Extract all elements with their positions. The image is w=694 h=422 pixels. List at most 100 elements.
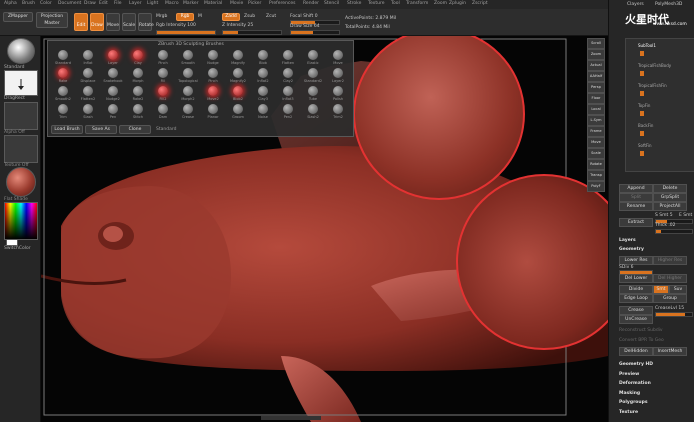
brush-icon[interactable] [308,68,318,78]
edit-button[interactable]: Edit [74,13,88,31]
brush-icon[interactable] [283,50,293,60]
brush-icon[interactable] [208,50,218,60]
canvas-viewport[interactable]: ZBrush 3D Sculpting Brushes Load Brush S… [41,36,608,422]
brush-icon[interactable] [108,50,118,60]
brush-icon[interactable] [83,50,93,60]
standard-brush-thumb[interactable] [7,38,35,64]
project-all-button[interactable]: ProjectAll [653,202,687,211]
texture-thumb[interactable] [4,135,38,163]
scale-button[interactable]: Scale [122,13,136,31]
rgb-toggle[interactable]: Rgb [176,13,194,21]
brush-icon[interactable] [258,104,268,114]
view-lsym-button[interactable]: L.Sym [587,115,605,126]
extract-button[interactable]: Extract [619,218,653,227]
subtool-visibility-icon[interactable] [640,71,644,76]
z-intensity-slider[interactable] [222,30,282,35]
brush-icon[interactable] [158,104,168,114]
subtool-item[interactable]: SoftFin [638,143,652,148]
view-actual-button[interactable]: Actual [587,60,605,71]
subtool-item[interactable]: SubTool1 [638,43,656,48]
layers-section[interactable]: Layers [619,238,636,243]
brush-icon[interactable] [158,86,168,96]
zadd-toggle[interactable]: Zadd [222,13,240,21]
brush-icon[interactable] [333,104,343,114]
subtool-visibility-icon[interactable] [640,131,644,136]
section-geometryhd[interactable]: Geometry HD [619,362,653,367]
brush-icon[interactable] [283,86,293,96]
crease-button[interactable]: Crease [619,306,653,315]
mrgb-toggle[interactable]: Mrgb [156,14,167,19]
menu-draw[interactable]: Draw [84,1,96,6]
main-color-swatch[interactable] [6,239,18,246]
brush-icon[interactable] [283,104,293,114]
brush-icon[interactable] [183,50,193,60]
brush-icon[interactable] [208,68,218,78]
brush-icon[interactable] [233,50,243,60]
delete-button[interactable]: Delete [653,184,687,193]
subtool-item[interactable]: TopFin [638,103,650,108]
subtool-visibility-icon[interactable] [640,111,644,116]
view-aahalf-button[interactable]: AAHalf [587,71,605,82]
view-transp-button[interactable]: Transp [587,170,605,181]
insert-mesh-button[interactable]: InsertMesh [653,347,687,356]
rgb-intensity-slider[interactable] [156,30,216,35]
brush-icon[interactable] [133,68,143,78]
menu-file[interactable]: File [114,1,122,6]
load-brush-button[interactable]: Load Brush [51,125,83,134]
brush-icon[interactable] [83,104,93,114]
zsub-toggle[interactable]: Zsub [244,14,255,19]
brush-icon[interactable] [108,104,118,114]
brush-icon[interactable] [208,104,218,114]
menu-render[interactable]: Render [303,1,319,6]
brush-icon[interactable] [233,104,243,114]
menu-zplugin[interactable]: Zplugin [449,1,466,6]
menu-stencil[interactable]: Stencil [324,1,339,6]
brush-icon[interactable] [208,86,218,96]
brush-icon[interactable] [183,104,193,114]
del-higher-button[interactable]: Del Higher [653,274,687,283]
uncrease-button[interactable]: UnCrease [619,315,653,324]
reconstruct-subdiv-button[interactable]: Reconstruct Subdiv [619,328,663,333]
rename-button[interactable]: Rename [619,202,653,211]
brush-icon[interactable] [258,50,268,60]
brush-icon[interactable] [258,68,268,78]
menu-edit[interactable]: Edit [99,1,108,6]
convert-bpr-button[interactable]: Convert BPR To Geo [619,338,664,343]
brush-icon[interactable] [83,86,93,96]
brush-icon[interactable] [133,50,143,60]
brush-icon[interactable] [183,68,193,78]
thick-slider[interactable] [655,229,693,234]
menu-zscript[interactable]: Zscript [472,1,488,6]
brush-icon[interactable] [83,68,93,78]
brush-icon[interactable] [108,68,118,78]
brush-icon[interactable] [58,104,68,114]
menu-color[interactable]: Color [40,1,52,6]
split-button[interactable]: Split [619,193,653,202]
suv-toggle[interactable]: Suv [669,285,687,294]
brush-icon[interactable] [233,86,243,96]
section-texture[interactable]: Texture [619,410,638,415]
save-as-button[interactable]: Save As [85,125,117,134]
view-zoom-button[interactable]: Zoom [587,49,605,60]
menu-material[interactable]: Material [204,1,222,6]
crease-level-slider[interactable] [655,312,693,317]
brush-icon[interactable] [133,86,143,96]
view-persp-button[interactable]: Persp [587,82,605,93]
menu-movie[interactable]: Movie [230,1,243,6]
brush-icon[interactable] [258,86,268,96]
menu-light[interactable]: Light [147,1,158,6]
menu-layer[interactable]: Layer [129,1,142,6]
view-move-button[interactable]: Move [587,137,605,148]
brush-icon[interactable] [308,104,318,114]
subtool-visibility-icon[interactable] [640,151,644,156]
zmapper-button[interactable]: ZMapper [3,12,33,22]
menu-alpha[interactable]: Alpha [4,1,17,6]
subtool-item[interactable]: BackFin [638,123,653,128]
section-preview[interactable]: Preview [619,372,639,377]
brush-icon[interactable] [58,68,68,78]
brush-icon[interactable] [308,50,318,60]
menu-stroke[interactable]: Stroke [347,1,361,6]
brush-icon[interactable] [333,50,343,60]
subtool-item[interactable]: TropicalFishBody [638,63,671,68]
rotate-button[interactable]: Rotate [138,13,154,31]
